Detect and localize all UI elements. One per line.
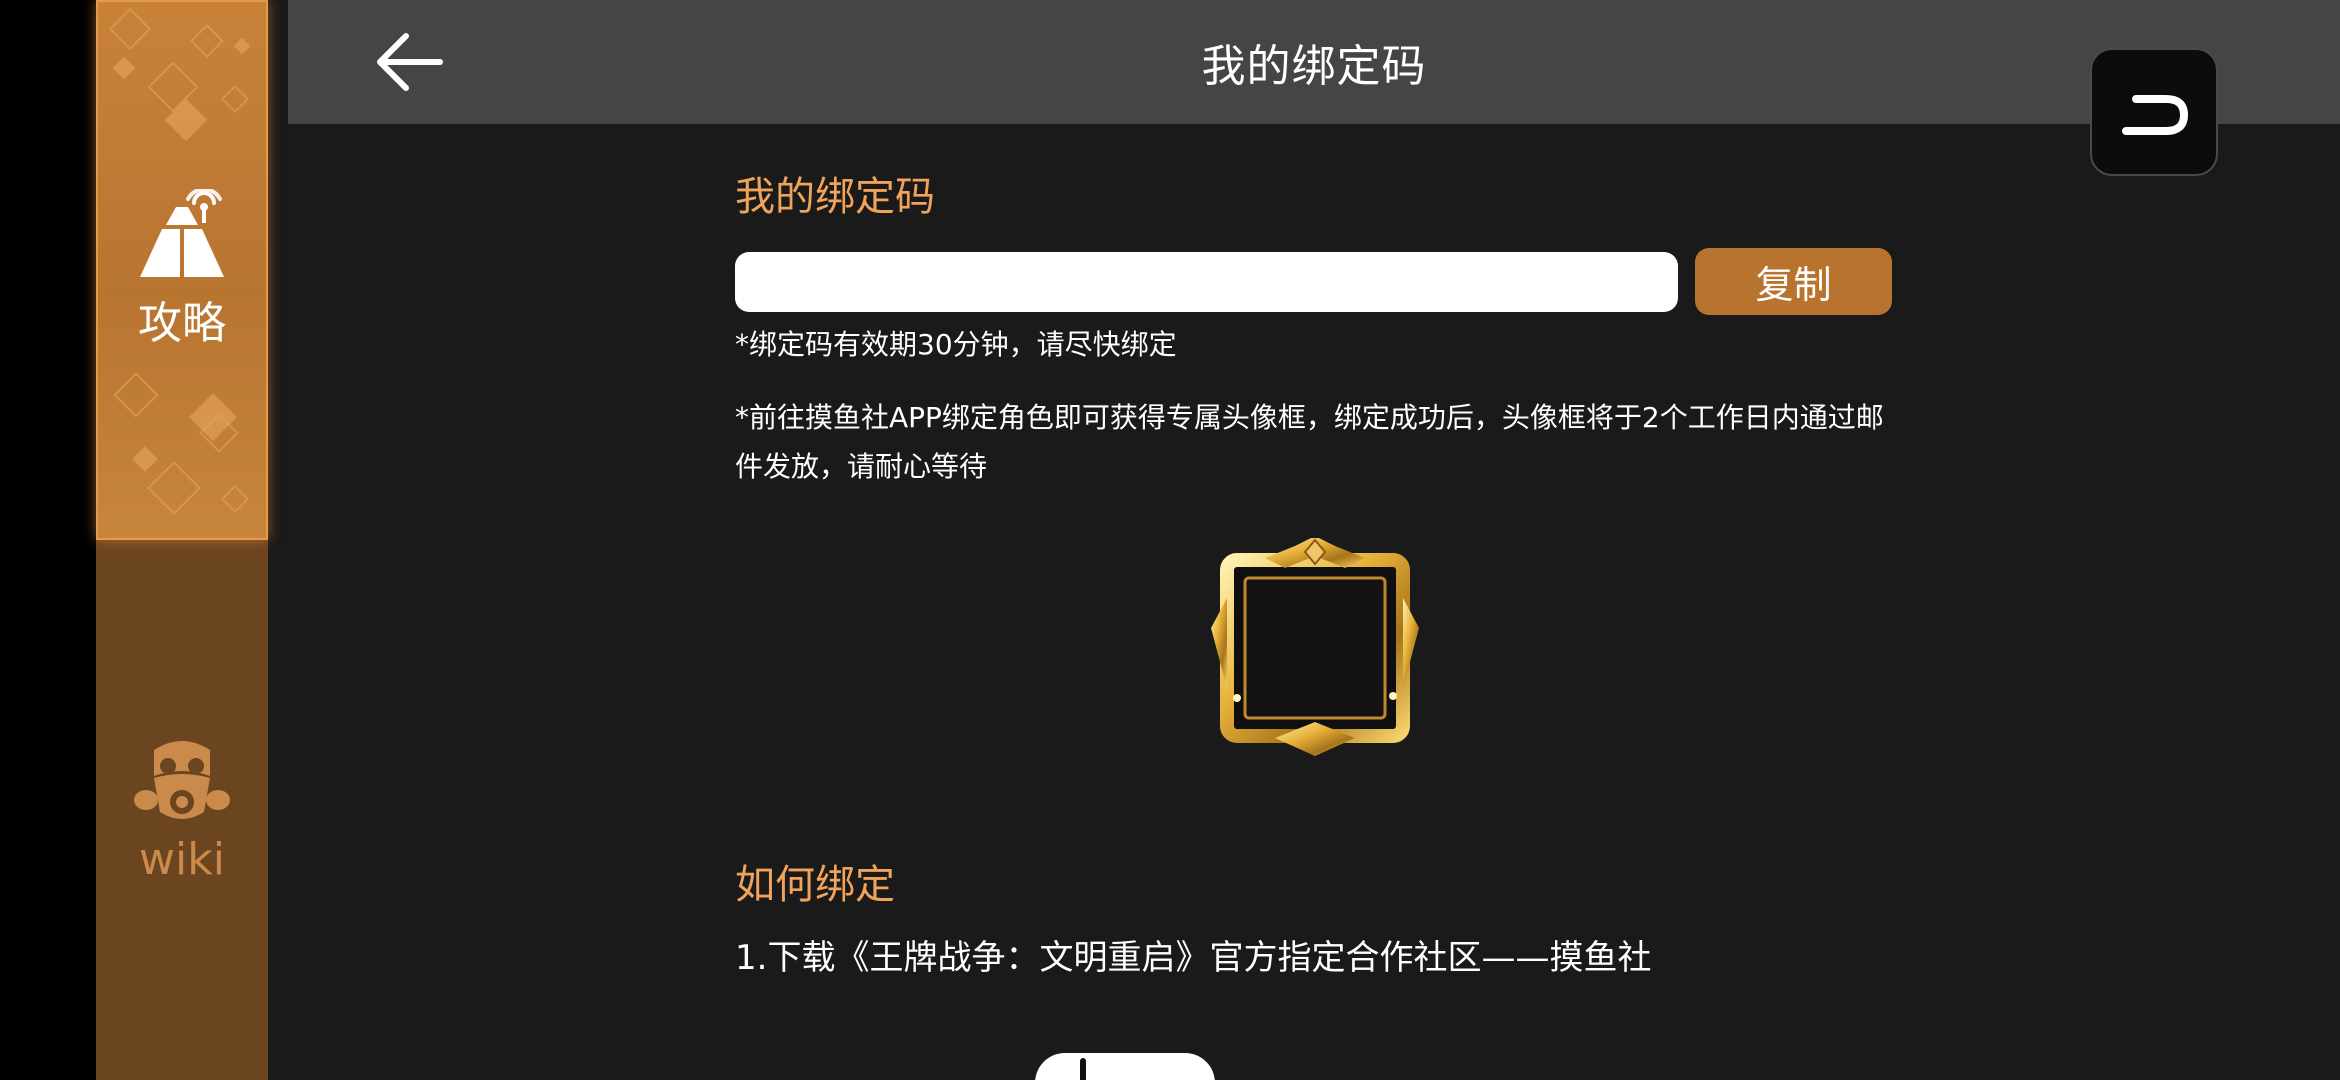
sidebar-tab-wiki[interactable]: wiki — [96, 700, 268, 920]
tent-signal-icon — [140, 189, 224, 277]
sidebar-tab-guide[interactable]: 攻略 — [96, 0, 268, 540]
bind-code-section: 我的绑定码 复制 *绑定码有效期30分钟，请尽快绑定 *前往摸鱼社APP绑定角色… — [735, 124, 1895, 491]
sidebar-tab-label: 攻略 — [138, 298, 226, 349]
golden-avatar-frame-icon — [1211, 536, 1419, 756]
screen-edge — [0, 0, 96, 1080]
app-logo-peek — [1035, 1053, 1215, 1080]
header-bar: 我的绑定码 — [288, 0, 2340, 124]
page-title: 我的绑定码 — [1201, 41, 1427, 92]
how-to-title: 如何绑定 — [735, 862, 895, 908]
sidebar: 攻略 wiki — [96, 0, 268, 1080]
avatar-frame-image — [1205, 536, 1425, 760]
section-title: 我的绑定码 — [735, 174, 935, 220]
reward-note: *前往摸鱼社APP绑定角色即可获得专属头像框，绑定成功后，头像框将于2个工作日内… — [735, 401, 1884, 483]
sidebar-tab-label: wiki — [139, 833, 225, 885]
app-screen: 攻略 wiki 我的绑定码 我的绑定码 复制 *绑定码有效期30分钟，请尽快绑定… — [0, 0, 2340, 1080]
copy-button[interactable]: 复制 — [1695, 248, 1892, 315]
return-icon — [2122, 95, 2188, 135]
app-logo-mark — [1080, 1058, 1086, 1080]
gas-mask-icon — [134, 740, 230, 819]
floating-return-button[interactable] — [2090, 48, 2218, 176]
how-to-step: 1.下载《王牌战争：文明重启》官方指定合作社区——摸鱼社 — [735, 938, 1652, 978]
bind-code-field[interactable] — [735, 251, 1678, 312]
validity-note: *绑定码有效期30分钟，请尽快绑定 — [735, 328, 1177, 361]
code-row: 复制 — [735, 248, 1895, 315]
